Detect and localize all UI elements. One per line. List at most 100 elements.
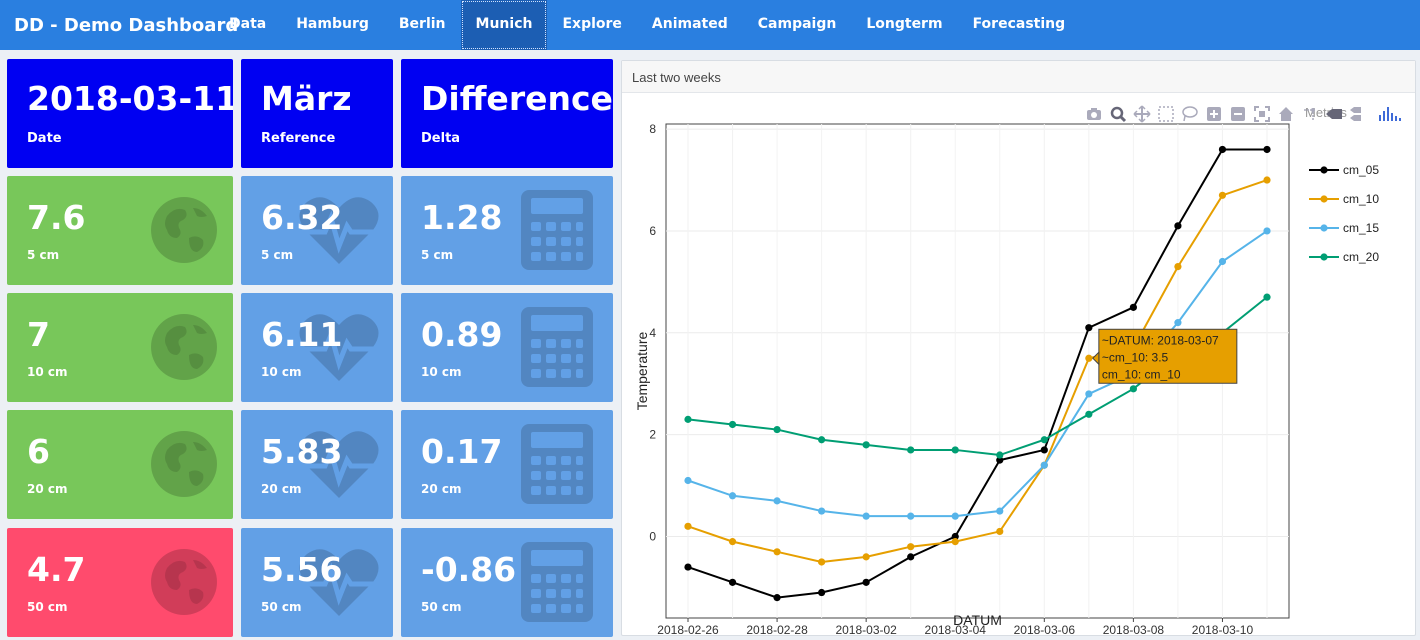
camera-icon[interactable] (1085, 105, 1103, 123)
temperature-line-chart[interactable]: 2018-02-26 2018-02-28 2018-03-02 2018-03-04… (622, 94, 1415, 634)
depth-label: 5 cm (421, 248, 454, 262)
data-point-cm_05[interactable] (773, 594, 781, 602)
data-point-cm_20[interactable] (1085, 410, 1093, 418)
data-point-cm_05[interactable] (1040, 446, 1048, 454)
data-point-cm_10[interactable] (818, 558, 826, 566)
legend-label[interactable]: cm_05 (1343, 163, 1379, 177)
difference-value: Difference (421, 79, 613, 118)
tab-longterm[interactable]: Longterm (851, 0, 957, 50)
tab-campaign[interactable]: Campaign (743, 0, 852, 50)
data-point-cm_10[interactable] (1263, 176, 1271, 184)
pan-icon[interactable] (1133, 105, 1151, 123)
brand-title[interactable]: DD - Demo Dashboard (0, 15, 238, 36)
current-value: 7 (27, 315, 50, 354)
tab-munich[interactable]: Munich (460, 0, 548, 50)
tab-hamburg[interactable]: Hamburg (281, 0, 384, 50)
delta-tile-5cm: 1.28 5 cm (401, 176, 613, 285)
data-point-cm_05[interactable] (1218, 145, 1227, 154)
data-point-cm_20[interactable] (1263, 293, 1271, 301)
tab-forecasting[interactable]: Forecasting (958, 0, 1081, 50)
data-point-cm_10[interactable] (1174, 262, 1182, 271)
plotly-logo-icon[interactable] (1377, 105, 1403, 123)
data-point-cm_10[interactable] (1085, 354, 1093, 362)
data-point-cm_20[interactable] (818, 436, 826, 444)
delta-value: -0.86 (421, 550, 517, 589)
y-tick-label: 8 (649, 122, 656, 136)
current-tile-20cm: 6 20 cm (7, 410, 233, 519)
reference-value: 6.11 (261, 315, 343, 354)
tab-animated[interactable]: Animated (637, 0, 743, 50)
globe-icon (149, 305, 219, 390)
legend-label[interactable]: cm_20 (1343, 250, 1379, 264)
data-point-cm_10[interactable] (728, 538, 737, 546)
depth-label: 5 cm (27, 248, 60, 262)
autoscale-icon[interactable] (1253, 105, 1271, 123)
data-point-cm_15[interactable] (907, 512, 915, 520)
legend-label[interactable]: cm_15 (1343, 221, 1379, 235)
data-point-cm_15[interactable] (1040, 461, 1048, 469)
data-point-cm_20[interactable] (907, 446, 915, 454)
data-point-cm_15[interactable] (773, 497, 781, 505)
legend-marker[interactable] (1320, 166, 1328, 174)
hover-compare-icon[interactable] (1349, 105, 1371, 123)
panel-title: Last two weeks (622, 61, 1415, 93)
zoom-in-icon[interactable] (1205, 105, 1223, 123)
legend-label[interactable]: cm_10 (1343, 192, 1379, 206)
lasso-icon[interactable] (1181, 105, 1199, 123)
tab-berlin[interactable]: Berlin (384, 0, 461, 50)
data-point-cm_15[interactable] (1174, 319, 1182, 327)
data-point-cm_20[interactable] (684, 415, 692, 423)
data-point-cm_20[interactable] (862, 441, 870, 449)
zoom-icon[interactable] (1109, 105, 1127, 123)
depth-label: 20 cm (261, 482, 302, 496)
data-point-cm_20[interactable] (951, 446, 959, 454)
data-point-cm_15[interactable] (1218, 257, 1227, 266)
data-point-cm_05[interactable] (728, 578, 737, 586)
data-point-cm_15[interactable] (996, 507, 1004, 515)
data-point-cm_10[interactable] (684, 522, 692, 530)
data-point-cm_20[interactable] (1040, 436, 1048, 444)
data-point-cm_15[interactable] (728, 492, 737, 500)
data-point-cm_15[interactable] (818, 507, 826, 515)
data-point-cm_10[interactable] (907, 543, 915, 551)
depth-label: 10 cm (421, 365, 462, 379)
calculator-icon (519, 540, 595, 629)
data-point-cm_05[interactable] (1174, 222, 1182, 230)
data-point-cm_15[interactable] (684, 476, 692, 485)
box-select-icon[interactable] (1157, 105, 1175, 123)
data-point-cm_05[interactable] (1263, 145, 1271, 154)
spike-lines-icon[interactable] (1301, 105, 1319, 123)
data-point-cm_15[interactable] (862, 512, 870, 520)
tab-data[interactable]: Data (214, 0, 281, 50)
data-point-cm_15[interactable] (1085, 390, 1093, 398)
data-point-cm_15[interactable] (951, 512, 959, 520)
data-point-cm_05[interactable] (818, 588, 826, 597)
data-point-cm_05[interactable] (907, 553, 915, 561)
data-point-cm_10[interactable] (1218, 191, 1227, 199)
data-point-cm_10[interactable] (951, 538, 959, 546)
hover-closest-icon[interactable] (1325, 105, 1343, 123)
data-point-cm_05[interactable] (1085, 324, 1093, 332)
data-point-cm_10[interactable] (773, 548, 781, 556)
legend-marker[interactable] (1320, 253, 1328, 261)
y-tick-label: 6 (649, 224, 656, 238)
depth-label: 5 cm (261, 248, 294, 262)
data-point-cm_20[interactable] (728, 420, 737, 429)
legend-marker[interactable] (1320, 195, 1328, 203)
data-point-cm_20[interactable] (996, 451, 1004, 459)
home-icon[interactable] (1277, 105, 1295, 123)
current-tile-5cm: 7.6 5 cm (7, 176, 233, 285)
data-point-cm_10[interactable] (996, 527, 1004, 536)
data-point-cm_05[interactable] (862, 578, 870, 586)
legend-marker[interactable] (1320, 224, 1328, 232)
data-point-cm_05[interactable] (684, 563, 692, 571)
zoom-out-icon[interactable] (1229, 105, 1247, 123)
globe-icon (149, 422, 219, 507)
data-point-cm_15[interactable] (1263, 227, 1271, 235)
data-point-cm_20[interactable] (1129, 385, 1137, 393)
data-point-cm_10[interactable] (862, 553, 870, 561)
data-point-cm_20[interactable] (773, 425, 781, 434)
tab-explore[interactable]: Explore (547, 0, 636, 50)
data-point-cm_05[interactable] (1129, 303, 1137, 311)
calculator-icon (519, 188, 595, 277)
